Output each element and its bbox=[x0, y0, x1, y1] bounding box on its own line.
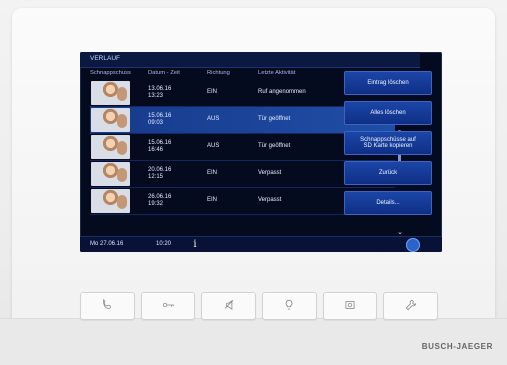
phone-key[interactable] bbox=[80, 292, 135, 320]
camera-icon bbox=[343, 298, 357, 315]
row-activity: Verpasst bbox=[258, 197, 282, 203]
row-direction: EIN bbox=[207, 197, 218, 203]
mute-key[interactable] bbox=[201, 292, 257, 320]
row-activity: Verpasst bbox=[258, 170, 282, 176]
screen-titlebar: VERLAUF bbox=[80, 52, 420, 68]
row-datetime: 20.06.16 12:15 bbox=[148, 167, 172, 180]
row-activity: Ruf angenommen bbox=[258, 89, 306, 95]
row-activity: Tür geöffnet bbox=[258, 116, 291, 122]
phone-icon bbox=[100, 298, 114, 315]
wrench-icon bbox=[404, 298, 418, 315]
light-key[interactable] bbox=[262, 292, 317, 320]
row-datetime: 15.06.16 09:03 bbox=[148, 113, 172, 126]
status-date: Mo 27.06.16 bbox=[90, 241, 124, 247]
settings-key[interactable] bbox=[383, 292, 439, 320]
snapshot-thumbnail bbox=[91, 162, 130, 186]
key-icon bbox=[161, 298, 175, 315]
status-bar: Mo 27.06.16 10:20 i bbox=[80, 236, 442, 252]
hardware-keys bbox=[80, 292, 439, 320]
row-direction: AUS bbox=[207, 116, 220, 122]
header-activity: Letzte Aktivität bbox=[258, 70, 296, 76]
notification-icon[interactable] bbox=[406, 238, 420, 252]
touch-screen: VERLAUF Schnappschuss Datum - Zeit Richt… bbox=[80, 52, 442, 252]
light-icon bbox=[282, 298, 296, 315]
info-icon[interactable]: i bbox=[190, 239, 200, 251]
status-time: 10:20 bbox=[156, 241, 172, 247]
delete-entry-button[interactable]: Eintrag löschen bbox=[344, 71, 432, 95]
snapshot-thumbnail bbox=[91, 189, 130, 213]
header-snapshot: Schnappschuss bbox=[90, 70, 131, 76]
screen-title: VERLAUF bbox=[90, 55, 120, 62]
delete-all-button[interactable]: Alles löschen bbox=[344, 101, 432, 125]
snapshot-thumbnail bbox=[91, 81, 130, 105]
device-bezel: BUSCH-JAEGER bbox=[0, 318, 507, 365]
row-activity: Tür geöffnet bbox=[258, 143, 291, 149]
row-datetime: 13.06.16 13:23 bbox=[148, 86, 172, 99]
header-datetime: Datum - Zeit bbox=[148, 70, 180, 76]
row-direction: EIN bbox=[207, 89, 218, 95]
brand-logo: BUSCH-JAEGER bbox=[421, 342, 493, 351]
details-button[interactable]: Details... bbox=[344, 191, 432, 215]
snapshot-thumbnail bbox=[91, 135, 130, 159]
row-datetime: 15.06.16 16:46 bbox=[148, 140, 172, 153]
header-direction: Richtung bbox=[207, 70, 230, 76]
row-datetime: 26.06.16 19:32 bbox=[148, 194, 172, 207]
row-direction: EIN bbox=[207, 170, 218, 176]
door-key[interactable] bbox=[140, 292, 196, 320]
row-direction: AUS bbox=[207, 143, 220, 149]
action-panel: Eintrag löschen Alles löschen Schnappsch… bbox=[344, 68, 440, 234]
camera-key[interactable] bbox=[322, 292, 378, 320]
copy-to-sd-button[interactable]: Schnappschüsse auf SD Karte kopieren bbox=[344, 131, 432, 155]
back-button[interactable]: Zurück bbox=[344, 161, 432, 185]
mute-icon bbox=[222, 298, 236, 315]
snapshot-thumbnail bbox=[91, 108, 130, 132]
